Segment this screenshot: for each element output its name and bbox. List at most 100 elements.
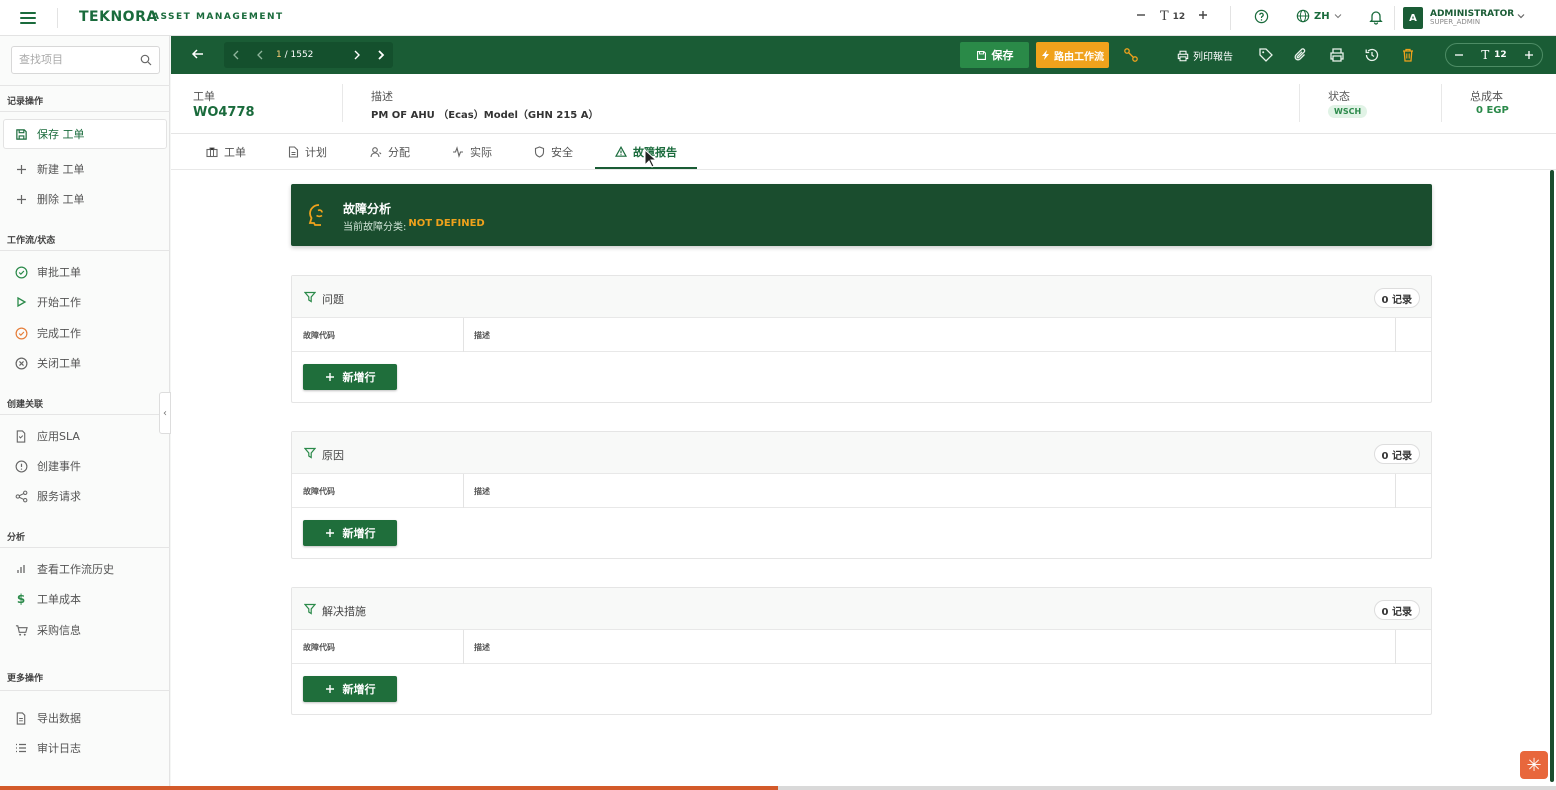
panel-header: 原因 0 记录 <box>292 432 1431 474</box>
font-size-value: 12 <box>1494 50 1507 60</box>
font-decrease-button[interactable] <box>1135 9 1147 21</box>
section-more-actions: 更多操作 <box>7 674 44 684</box>
tab-actuals[interactable]: 实际 <box>452 144 492 160</box>
sidebar-divider <box>0 547 170 548</box>
scrollbar-thumb[interactable] <box>1550 170 1554 782</box>
user-icon <box>370 147 382 158</box>
sidebar-search[interactable] <box>11 46 160 74</box>
filter-icon[interactable] <box>304 603 316 615</box>
info-circle-icon <box>14 459 28 473</box>
first-record-button[interactable] <box>224 50 248 60</box>
sidebar-item-export[interactable]: 导出数据 <box>14 709 81 727</box>
sidebar-item-service-request[interactable]: 服务请求 <box>14 487 81 505</box>
tab-safety[interactable]: 安全 <box>534 144 573 160</box>
font-decrease-button[interactable] <box>1454 50 1464 60</box>
print-report-label: 列印報告 <box>1193 52 1233 63</box>
sidebar-item-label: 查看工作流历史 <box>37 563 114 576</box>
previous-record-button[interactable] <box>248 50 272 60</box>
back-arrow-icon[interactable] <box>191 47 205 61</box>
tab-assignment[interactable]: 分配 <box>370 144 410 160</box>
record-count-badge: 0 记录 <box>1373 288 1420 308</box>
column-failure-code[interactable]: 故障代码 <box>303 486 335 497</box>
sidebar-item-label: 新建 工单 <box>37 163 85 176</box>
route-map-icon[interactable] <box>1123 47 1139 63</box>
add-row-button[interactable]: 新增行 <box>303 520 397 546</box>
text-size-icon: T <box>1481 48 1490 62</box>
check-circle-icon <box>14 326 28 340</box>
add-row-button[interactable]: 新增行 <box>303 364 397 390</box>
tab-plan[interactable]: 计划 <box>288 144 327 160</box>
column-description[interactable]: 描述 <box>474 486 490 497</box>
column-failure-code[interactable]: 故障代码 <box>303 330 335 341</box>
sidebar-item-label: 完成工作 <box>37 327 81 340</box>
history-icon[interactable] <box>1364 47 1380 63</box>
sidebar-item-purchase[interactable]: 采购信息 <box>14 621 81 639</box>
attachment-icon[interactable] <box>1293 47 1309 63</box>
sidebar-item-approve[interactable]: 审批工单 <box>14 263 81 281</box>
search-input[interactable] <box>19 53 134 66</box>
language-selector[interactable]: ZH <box>1296 9 1342 23</box>
top-bar: TEKNORA ASSET MANAGEMENT T 12 ZH A ADMIN… <box>0 0 1556 36</box>
save-button[interactable]: 保存 <box>960 42 1029 68</box>
tab-work-order[interactable]: 工单 <box>206 144 246 160</box>
mouse-cursor-icon <box>644 149 658 169</box>
font-increase-button[interactable] <box>1197 9 1209 21</box>
trash-icon[interactable] <box>1400 47 1416 63</box>
column-description[interactable]: 描述 <box>474 330 490 341</box>
next-record-button[interactable] <box>345 50 369 60</box>
last-record-button[interactable] <box>369 50 393 60</box>
sidebar-item-delete[interactable]: 删除 工单 <box>14 190 85 208</box>
font-increase-button[interactable] <box>1524 50 1534 60</box>
warning-triangle-icon <box>615 146 627 157</box>
record-header: 工单 WO4778 描述 PM OF AHU （Ecas）Model（GHN 2… <box>171 74 1556 134</box>
save-icon <box>976 50 986 60</box>
column-description[interactable]: 描述 <box>474 642 490 653</box>
dollar-icon: $ <box>16 592 26 606</box>
printer-icon[interactable] <box>1329 47 1345 63</box>
assistant-widget-icon[interactable]: ✳ <box>1520 751 1548 779</box>
globe-icon <box>1296 9 1310 23</box>
sidebar-item-save[interactable]: 保存 工单 <box>3 119 167 149</box>
route-workflow-button[interactable]: 路由工作流 <box>1036 42 1109 68</box>
close-circle-icon <box>14 356 28 370</box>
filter-icon[interactable] <box>304 291 316 303</box>
search-icon[interactable] <box>140 54 152 66</box>
add-row-button[interactable]: 新增行 <box>303 676 397 702</box>
section-record-actions: 记录操作 <box>7 97 44 107</box>
record-pager: 1 / 1552 <box>224 42 393 68</box>
section-workflow: 工作流/状态 <box>7 236 56 246</box>
help-icon[interactable] <box>1254 9 1269 24</box>
brand-logo[interactable]: TEKNORA <box>79 9 158 25</box>
user-role: SUPER_ADMIN <box>1430 18 1481 26</box>
sidebar-item-event[interactable]: 创建事件 <box>14 457 81 475</box>
page-progress-bar <box>0 786 1556 790</box>
avatar[interactable]: A <box>1403 7 1423 29</box>
sidebar-item-cost[interactable]: $ 工单成本 <box>14 590 81 608</box>
sidebar-item-complete[interactable]: 完成工作 <box>14 324 81 342</box>
sidebar-item-audit-log[interactable]: 审计日志 <box>14 739 81 757</box>
user-menu-chevron-icon[interactable] <box>1516 11 1526 21</box>
sidebar-item-label: 服务请求 <box>37 490 81 503</box>
pager-current: 1 <box>276 50 282 60</box>
cart-icon <box>14 623 28 637</box>
filter-icon[interactable] <box>304 447 316 459</box>
tag-icon[interactable] <box>1258 47 1274 63</box>
sidebar-item-close[interactable]: 关闭工单 <box>14 354 81 372</box>
sidebar-item-workflow-history[interactable]: 查看工作流历史 <box>14 560 114 578</box>
lightning-icon <box>1042 50 1049 60</box>
sidebar-item-label: 开始工作 <box>37 296 81 309</box>
column-failure-code[interactable]: 故障代码 <box>303 642 335 653</box>
sidebar-item-sla[interactable]: 应用SLA <box>14 427 80 445</box>
sidebar-item-new[interactable]: 新建 工单 <box>14 160 85 178</box>
topbar-divider <box>1230 6 1231 30</box>
sidebar: 记录操作 保存 工单 新建 工单 删除 工单 工作流/状态 审批工单 开始工作 … <box>0 36 170 790</box>
section-analysis: 分析 <box>7 533 26 543</box>
save-button-label: 保存 <box>991 49 1014 62</box>
notification-bell-icon[interactable] <box>1368 9 1384 25</box>
tab-label: 工单 <box>224 146 246 159</box>
sidebar-item-label: 应用SLA <box>37 430 80 443</box>
print-report-button[interactable]: 列印報告 <box>1177 48 1233 63</box>
menu-icon[interactable] <box>18 9 38 27</box>
sidebar-item-start[interactable]: 开始工作 <box>14 293 81 311</box>
sidebar-collapse-button[interactable]: ‹ <box>159 392 171 434</box>
